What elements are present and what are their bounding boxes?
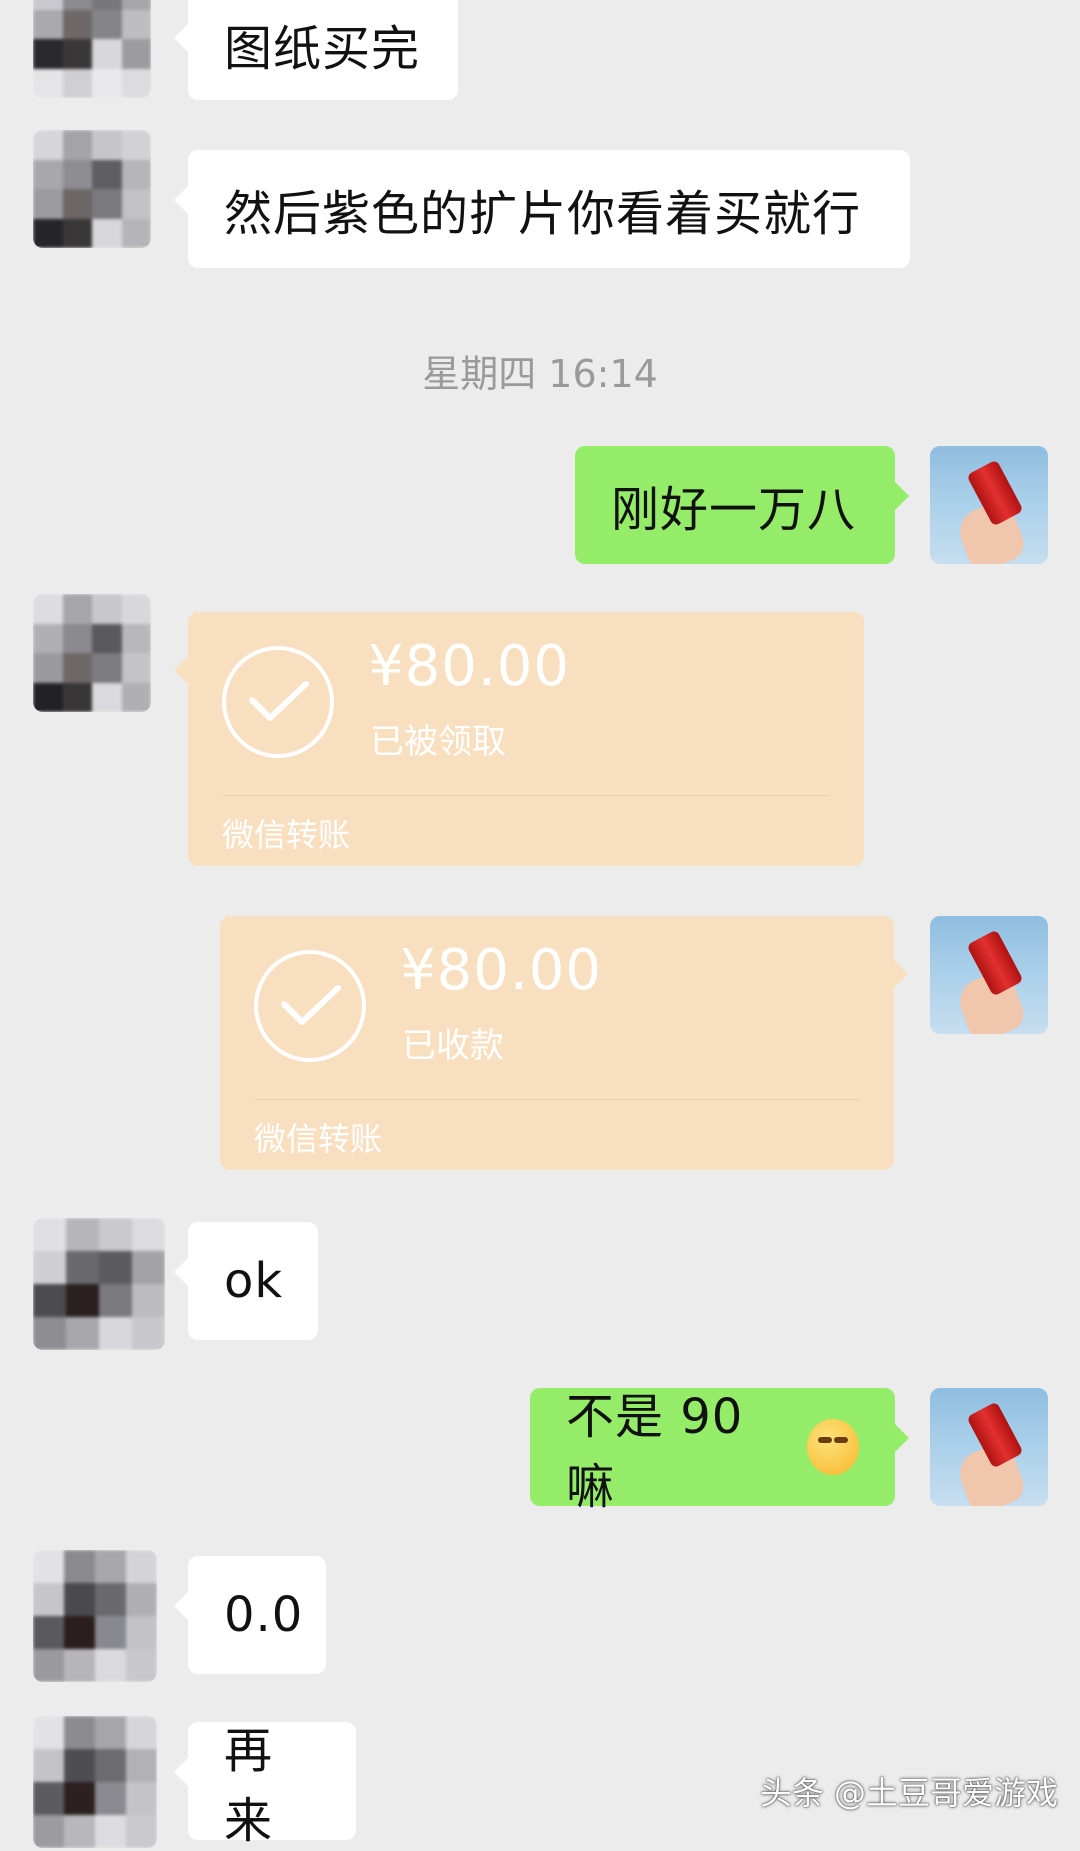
message-text: ok	[224, 1253, 284, 1309]
check-icon	[254, 950, 366, 1062]
sent-message[interactable]: 刚好一万八	[575, 446, 909, 564]
my-avatar[interactable]	[930, 1388, 1048, 1506]
transfer-amount: ¥80.00	[368, 634, 570, 699]
facepalm-laughing-emoji-icon	[807, 1419, 859, 1475]
message-text: 然后紫色的扩片你看着买就行	[224, 186, 862, 242]
transfer-status: 已收款	[402, 1026, 504, 1066]
contact-avatar[interactable]	[33, 130, 151, 248]
message-text: 不是 90 嘛	[566, 1389, 744, 1515]
transfer-label: 微信转账	[254, 1120, 383, 1158]
transfer-amount: ¥80.00	[400, 938, 602, 1003]
sent-message[interactable]: 不是 90 嘛	[530, 1388, 909, 1515]
contact-avatar[interactable]	[33, 594, 151, 712]
received-message[interactable]: 图纸买完	[174, 0, 458, 100]
divider	[254, 1099, 860, 1100]
transfer-status: 已被领取	[370, 722, 506, 762]
transfer-label: 微信转账	[222, 816, 351, 854]
contact-avatar[interactable]	[33, 1716, 157, 1848]
message-text: 0.0	[224, 1587, 304, 1643]
timestamp: 星期四 16:14	[422, 352, 658, 396]
check-icon	[222, 646, 334, 758]
watermark: 头条 @土豆哥爱游戏	[759, 1774, 1058, 1812]
my-avatar[interactable]	[930, 916, 1048, 1034]
contact-avatar[interactable]	[33, 0, 151, 98]
transfer-card[interactable]: ¥80.00 已收款 微信转账	[220, 916, 908, 1170]
divider	[222, 795, 830, 796]
contact-avatar[interactable]	[33, 1218, 165, 1350]
contact-avatar[interactable]	[33, 1550, 157, 1682]
message-text: 图纸买完	[224, 21, 421, 77]
transfer-card[interactable]: ¥80.00 已被领取 微信转账	[174, 612, 864, 866]
received-message[interactable]: 再来	[174, 1722, 356, 1849]
received-message[interactable]: ok	[174, 1222, 318, 1340]
received-message[interactable]: 然后紫色的扩片你看着买就行	[174, 150, 910, 268]
my-avatar[interactable]	[930, 446, 1048, 564]
message-text: 刚好一万八	[611, 482, 857, 538]
message-text: 再来	[224, 1723, 274, 1849]
received-message[interactable]: 0.0	[174, 1556, 326, 1674]
